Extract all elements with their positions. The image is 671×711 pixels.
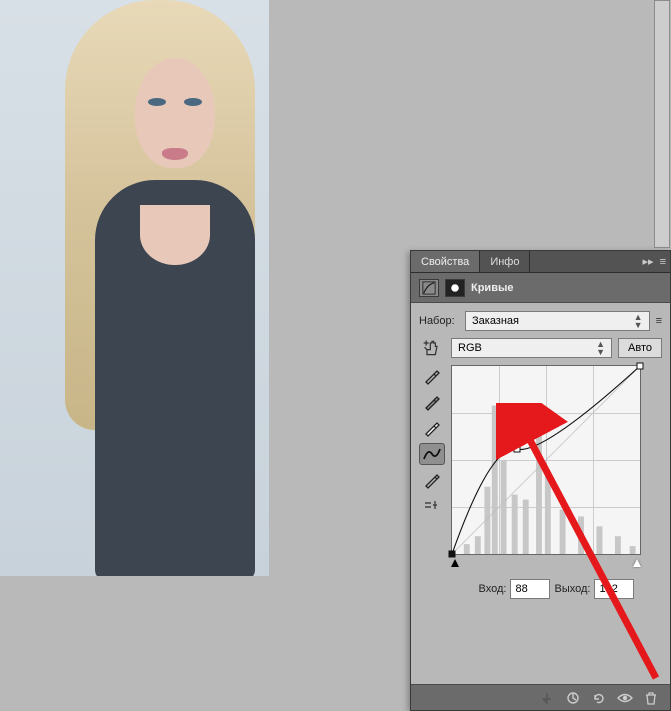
auto-label: Авто: [628, 342, 652, 354]
scrollbar-thumb[interactable]: [655, 1, 669, 247]
curve-point-shadow[interactable]: [449, 551, 456, 558]
adjustment-title: Кривые: [471, 282, 513, 294]
channel-value: RGB: [458, 342, 482, 354]
tab-label: Инфо: [490, 256, 519, 268]
panel-footer: [411, 684, 670, 710]
white-point-slider[interactable]: [633, 559, 641, 567]
auto-button[interactable]: Авто: [618, 338, 662, 358]
output-value: 142: [599, 583, 617, 595]
clip-to-layer-icon[interactable]: [538, 689, 556, 707]
tab-info[interactable]: Инфо: [480, 251, 530, 272]
reset-icon[interactable]: [590, 689, 608, 707]
document-image: [0, 0, 269, 576]
input-value: 88: [515, 583, 527, 595]
smooth-tool-icon[interactable]: [419, 495, 445, 517]
mask-icon: [445, 279, 465, 297]
eyedropper-white-icon[interactable]: [419, 417, 445, 439]
preset-dropdown[interactable]: Заказная ▲▼: [465, 311, 650, 331]
curve-area: Вход: 88 Выход: 142: [451, 365, 662, 599]
curve-point-mid[interactable]: [513, 446, 520, 453]
input-label: Вход:: [479, 583, 507, 595]
collapse-icon[interactable]: ▸▸: [643, 255, 654, 268]
eyedropper-gray-icon[interactable]: [419, 391, 445, 413]
curve-tool-column: [419, 365, 445, 599]
pencil-tool-icon[interactable]: [419, 469, 445, 491]
panel-body: Набор: Заказная ▲▼ ≡ RGB ▲▼ Авто: [411, 303, 670, 685]
curves-adjustment-icon: [419, 279, 439, 297]
preset-value: Заказная: [472, 315, 519, 327]
io-row: Вход: 88 Выход: 142: [451, 579, 662, 599]
curve-point-highlight[interactable]: [637, 363, 644, 370]
channel-dropdown[interactable]: RGB ▲▼: [451, 338, 612, 358]
channel-row: RGB ▲▼ Авто: [419, 337, 662, 359]
chevron-updown-icon: ▲▼: [596, 340, 605, 356]
curve-graph[interactable]: [451, 365, 641, 555]
preset-row: Набор: Заказная ▲▼ ≡: [419, 311, 662, 331]
vertical-scrollbar[interactable]: [654, 0, 670, 248]
canvas-area[interactable]: [0, 0, 269, 576]
previous-state-icon[interactable]: [564, 689, 582, 707]
input-field[interactable]: 88: [510, 579, 550, 599]
curve-edit-tool-icon[interactable]: [419, 443, 445, 465]
panel-menu-icon[interactable]: ≡: [660, 256, 666, 268]
delete-icon[interactable]: [642, 689, 660, 707]
tab-properties[interactable]: Свойства: [411, 251, 480, 272]
panel-header: Кривые: [411, 273, 670, 303]
visibility-toggle-icon[interactable]: [616, 689, 634, 707]
input-slider-track[interactable]: [451, 559, 641, 569]
panel-tab-bar: Свойства Инфо ▸▸ ≡: [411, 251, 670, 273]
output-field[interactable]: 142: [594, 579, 634, 599]
black-point-slider[interactable]: [451, 559, 459, 567]
eyedropper-black-icon[interactable]: [419, 365, 445, 387]
preset-label: Набор:: [419, 315, 459, 327]
curve-line: [452, 366, 640, 554]
preset-menu-icon[interactable]: ≡: [656, 315, 662, 327]
target-adjust-icon[interactable]: [419, 337, 445, 359]
properties-panel: Свойства Инфо ▸▸ ≡ Кривые Набор: Заказна…: [410, 250, 671, 711]
output-label: Выход:: [554, 583, 590, 595]
tab-label: Свойства: [421, 256, 469, 268]
chevron-updown-icon: ▲▼: [634, 313, 643, 329]
